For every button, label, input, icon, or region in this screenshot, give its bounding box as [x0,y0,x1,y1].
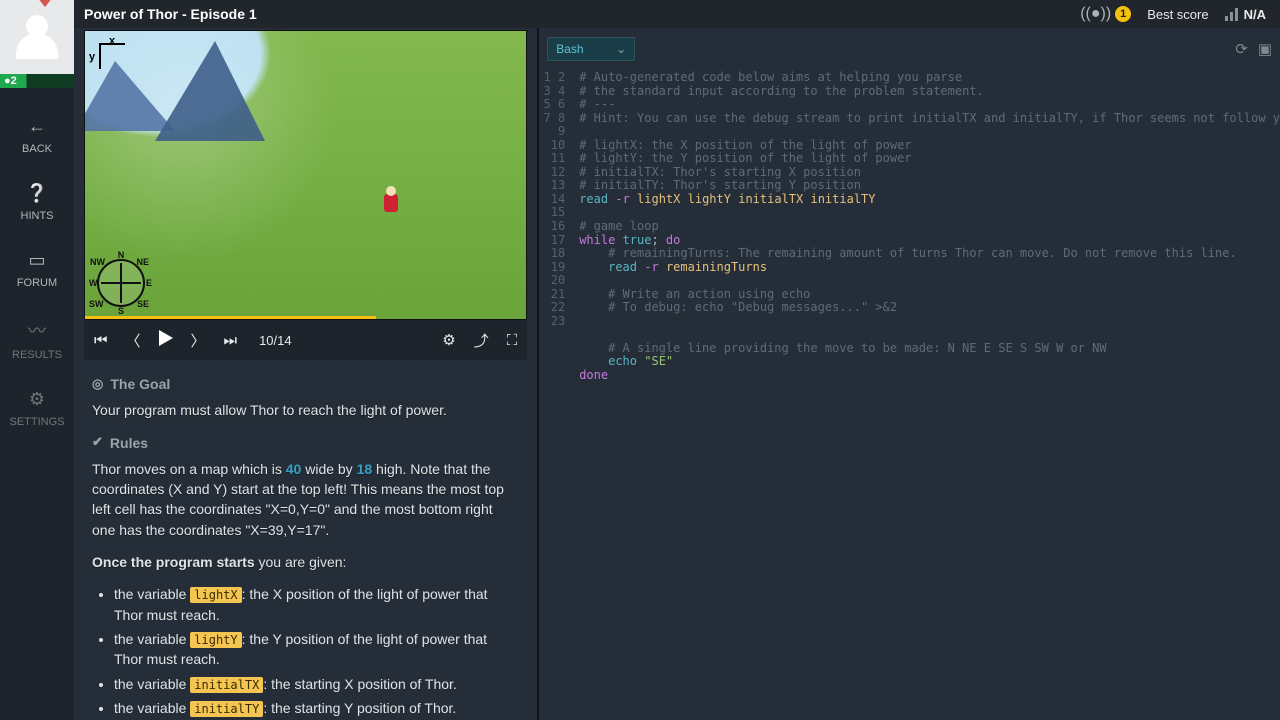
side-rail: ● 2 ←BACK ❔HINTS ▭FORUM 〰RESULTS ⚙SETTIN… [0,0,74,720]
list-item: the variable lightX: the X position of t… [114,584,519,625]
fullscreen-button[interactable]: ⛶ [507,332,518,349]
notification-flag-icon [37,0,53,7]
lightbulb-icon: ❔ [26,183,48,204]
line-gutter: 1 2 3 4 5 6 7 8 9 10 11 12 13 14 15 16 1… [539,67,573,720]
rules-starts: Once the program starts you are given: [92,552,519,572]
play-button[interactable] [159,330,173,350]
goal-heading: ◎The Goal [92,374,519,394]
back-button[interactable]: ←BACK [22,116,52,155]
hints-button[interactable]: ❔HINTS [21,183,54,222]
gear-icon: ⚙ [29,389,45,410]
code-editor[interactable]: 1 2 3 4 5 6 7 8 9 10 11 12 13 14 15 16 1… [539,67,1280,720]
replay-progress[interactable] [85,316,376,319]
list-item: the variable lightY: the Y position of t… [114,629,519,670]
variable-list: the variable lightX: the X position of t… [114,584,519,718]
player-controls: ⏮ 〈 〉 ⏭ 10/14 ⚙ ⤴ ⛶ [84,320,527,360]
code-editor-panel: Bash⌄ ⟳ ▣ 1 2 3 4 5 6 7 8 9 10 11 12 13 … [537,28,1280,720]
check-icon: ✔ [92,433,103,452]
results-button[interactable]: 〰RESULTS [12,317,62,361]
rules-heading: ✔Rules [92,433,519,453]
broadcast-icon: ((●)) [1080,5,1111,23]
page-title: Power of Thor - Episode 1 [84,6,257,22]
expand-button[interactable]: ▣ [1258,40,1272,58]
settings-button[interactable]: ⚙SETTINGS [9,389,64,428]
best-score-label: Best score [1147,7,1208,22]
goal-text: Your program must allow Thor to reach th… [92,400,519,420]
thor-sprite [381,194,401,222]
rewind-button[interactable]: ⏮ [94,332,108,349]
reset-button[interactable]: ⟳ [1235,40,1248,58]
language-select[interactable]: Bash⌄ [547,37,635,61]
arrow-left-icon: ← [28,116,46,137]
viewer-settings-button[interactable]: ⚙ [442,331,455,349]
share-button[interactable]: ⤴ [474,330,489,351]
bars-icon [1225,7,1238,21]
score-display: N/A [1225,7,1266,22]
pulse-icon: 〰 [28,317,46,343]
avatar[interactable] [0,0,74,74]
play-icon [159,330,173,346]
level-progress: ● 2 [0,74,74,88]
live-indicator[interactable]: ((●))1 [1080,5,1131,23]
title-bar: Power of Thor - Episode 1 [74,0,537,28]
code-lines[interactable]: # Auto-generated code below aims at help… [573,67,1280,720]
chat-icon: ▭ [28,250,45,271]
game-viewer[interactable]: xy NSEW NENWSESW [84,30,527,320]
target-icon: ◎ [92,375,103,394]
step-forward-button[interactable]: 〉 [191,330,206,351]
list-item: the variable initialTY: the starting Y p… [114,698,519,718]
step-back-button[interactable]: 〈 [126,330,141,351]
list-item: the variable initialTX: the starting X p… [114,674,519,694]
chevron-down-icon: ⌄ [616,42,626,56]
compass-icon: NSEW NENWSESW [97,259,145,307]
top-status-bar: ((●))1 Best score N/A [537,0,1280,28]
rules-intro: Thor moves on a map which is 40 wide by … [92,459,519,540]
frame-counter: 10/14 [259,333,292,348]
problem-statement: ◎The Goal Your program must allow Thor t… [74,360,537,720]
forum-button[interactable]: ▭FORUM [17,250,57,289]
fast-forward-button[interactable]: ⏭ [224,332,238,349]
